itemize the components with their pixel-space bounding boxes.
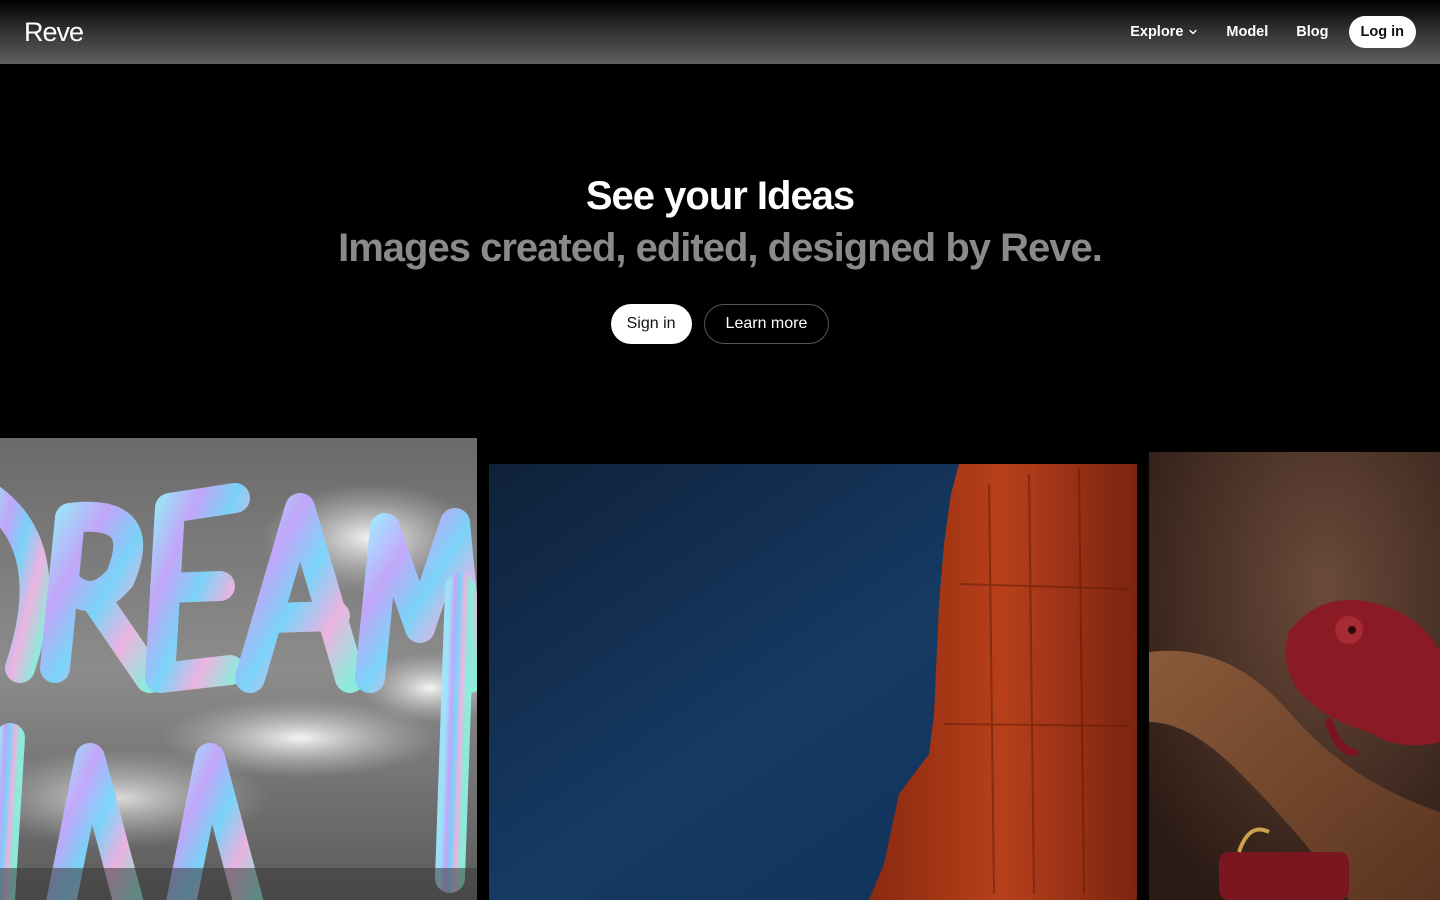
hero-title: See your Ideas — [585, 174, 855, 218]
chameleon-image — [1149, 452, 1440, 900]
reve-logo[interactable]: Reve — [24, 17, 84, 48]
hero: See your Ideas Images created, edited, d… — [0, 172, 1440, 272]
chevron-down-icon — [1189, 29, 1198, 35]
main-nav: Explore Model Blog Log in — [1130, 16, 1416, 48]
hero-subtitle: Images created, edited, designed by Reve… — [338, 226, 1103, 270]
nav-model[interactable]: Model — [1226, 24, 1268, 40]
gallery-image-red-rock[interactable] — [489, 464, 1137, 900]
log-in-button[interactable]: Log in — [1348, 16, 1416, 48]
dream-lettering-image — [0, 438, 477, 900]
nav-explore-label: Explore — [1130, 24, 1184, 40]
learn-more-button[interactable]: Learn more — [703, 304, 830, 344]
sign-in-button[interactable]: Sign in — [610, 304, 692, 344]
hero-cta-row: Sign in Learn more — [0, 304, 1440, 344]
gallery-image-chameleon[interactable] — [1149, 452, 1440, 900]
nav-blog[interactable]: Blog — [1296, 24, 1328, 40]
nav-explore[interactable]: Explore — [1130, 24, 1198, 40]
gallery-image-dream-lettering[interactable] — [0, 438, 477, 900]
top-nav-bar: Reve Explore Model Blog Log in — [0, 0, 1440, 64]
red-rock-image — [489, 464, 1137, 900]
page: Reve Explore Model Blog Log in See your … — [0, 0, 1440, 900]
